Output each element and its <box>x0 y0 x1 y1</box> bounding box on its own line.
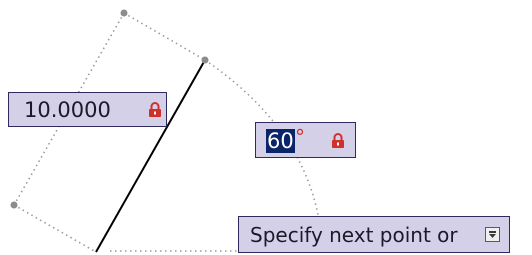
length-input[interactable]: 10.0000 <box>8 92 167 127</box>
rubberband-line[interactable] <box>95 59 206 253</box>
degree-symbol: ° <box>295 125 305 149</box>
angle-value[interactable]: 60 <box>266 129 295 153</box>
drawing-canvas[interactable]: 10.0000 60 ° Specify next point or <box>0 0 532 255</box>
command-prompt-tooltip: Specify next point or <box>238 216 510 253</box>
length-dimension-extension-line <box>123 12 206 61</box>
dimension-grip[interactable] <box>10 201 18 209</box>
dimension-grip[interactable] <box>120 9 128 17</box>
prompt-text: Specify next point or <box>250 223 458 247</box>
endpoint-grip[interactable] <box>201 56 209 64</box>
length-value[interactable]: 10.0000 <box>24 98 111 122</box>
length-dimension-extension-line <box>13 204 97 253</box>
down-arrow-icon[interactable] <box>485 227 500 242</box>
text-cursor <box>293 129 294 153</box>
padlock-icon <box>148 102 162 118</box>
padlock-icon <box>331 133 345 149</box>
angle-input[interactable]: 60 ° <box>255 122 356 158</box>
